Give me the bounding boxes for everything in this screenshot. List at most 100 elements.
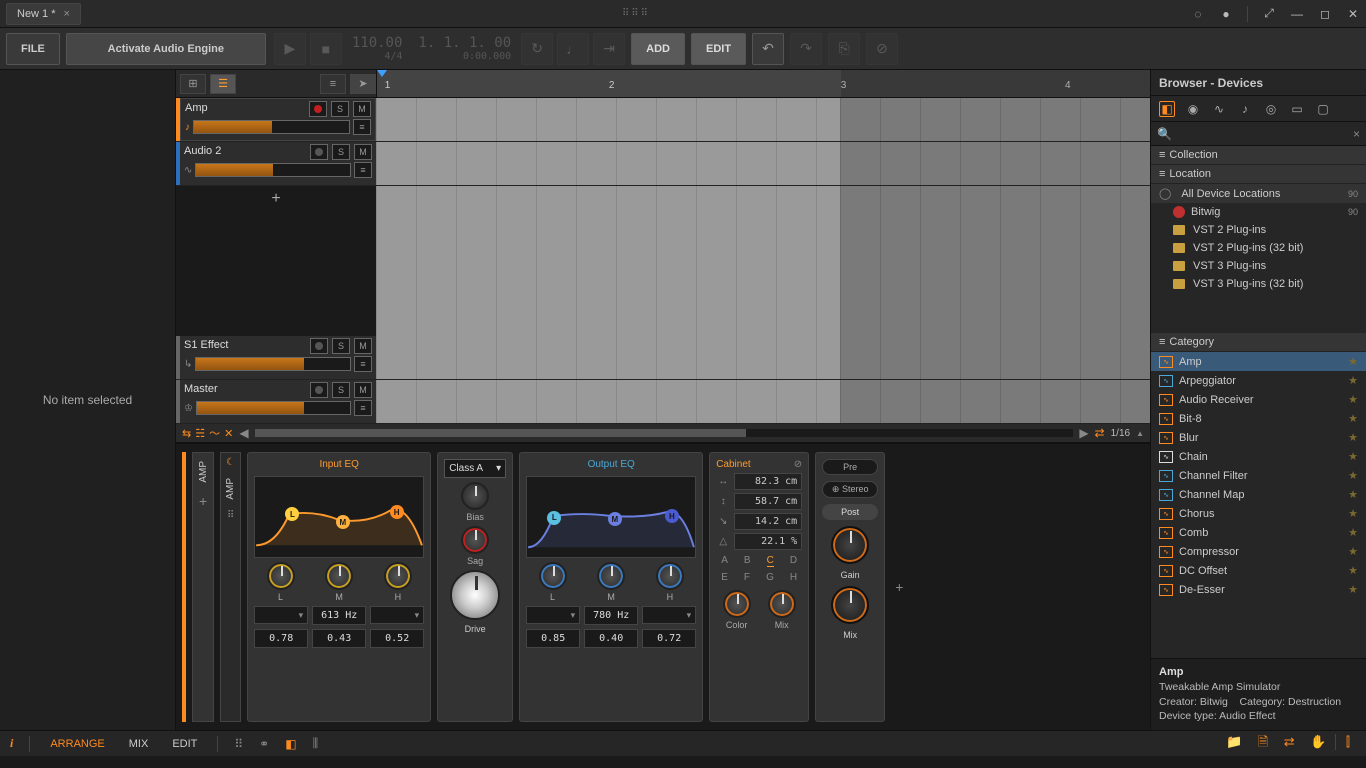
track-menu-icon[interactable]: ≡ bbox=[353, 119, 371, 135]
location-item[interactable]: VST 3 Plug-ins bbox=[1151, 257, 1366, 275]
high-value[interactable]: 0.72 bbox=[642, 629, 696, 648]
cab-opt[interactable]: H bbox=[790, 572, 797, 583]
mid-knob[interactable] bbox=[597, 562, 625, 590]
mid-value[interactable]: 0.40 bbox=[584, 629, 638, 648]
track-header[interactable]: Amp S M ♪ ≡ bbox=[180, 98, 376, 141]
color-knob[interactable] bbox=[723, 590, 751, 618]
cab-opt[interactable]: D bbox=[790, 555, 797, 567]
file-button[interactable]: FILE bbox=[6, 33, 60, 65]
clipboard-icon[interactable]: ⎘ bbox=[828, 33, 860, 65]
mixer-icon[interactable]: ⫿ bbox=[1346, 734, 1350, 749]
info-icon[interactable]: i bbox=[10, 736, 13, 751]
input-eq-graph[interactable]: L M H bbox=[254, 476, 424, 558]
stop-icon[interactable]: ■ bbox=[310, 33, 342, 65]
pointer-tool-icon[interactable]: ➤ bbox=[350, 74, 376, 94]
document-tab[interactable]: New 1 * × bbox=[6, 3, 81, 25]
eq-node-high[interactable]: H bbox=[390, 505, 404, 519]
panel-icon-4[interactable]: ⫼ bbox=[313, 736, 319, 751]
low-shape-select[interactable]: ▾ bbox=[254, 606, 308, 624]
device-header[interactable]: AMP + bbox=[192, 452, 214, 722]
category-item[interactable]: ∿Amp★ bbox=[1151, 352, 1366, 371]
track-lane[interactable] bbox=[376, 98, 1150, 141]
track-menu-icon[interactable]: ≡ bbox=[354, 400, 372, 416]
bias-knob[interactable] bbox=[461, 482, 489, 510]
track-header[interactable]: Master S M ♔ ≡ bbox=[180, 380, 376, 423]
mute-button[interactable]: M bbox=[354, 144, 372, 160]
cab-ratio[interactable]: 22.1 % bbox=[734, 533, 802, 550]
gain-knob[interactable] bbox=[831, 526, 869, 564]
cab-opt[interactable]: F bbox=[744, 572, 750, 583]
eq-node-high[interactable]: H bbox=[665, 509, 679, 523]
solo-button[interactable]: S bbox=[332, 338, 350, 354]
panel-icon-2[interactable]: ⚭ bbox=[259, 737, 269, 751]
location-header[interactable]: ≡ Location bbox=[1151, 165, 1366, 184]
close-tab-icon[interactable]: × bbox=[64, 8, 70, 20]
location-item[interactable]: Bitwig90 bbox=[1151, 203, 1366, 221]
category-item[interactable]: ∿Bit-8★ bbox=[1151, 409, 1366, 428]
redo-icon[interactable]: ↷ bbox=[790, 33, 822, 65]
volume-slider[interactable] bbox=[193, 120, 350, 134]
category-item[interactable]: ∿Arpeggiator★ bbox=[1151, 371, 1366, 390]
loop-icon[interactable]: ↻ bbox=[521, 33, 553, 65]
devices-tab-icon[interactable]: ◧ bbox=[1159, 101, 1175, 117]
cab-opt-selected[interactable]: C bbox=[767, 555, 774, 567]
eq-node-low[interactable]: L bbox=[547, 511, 561, 525]
low-knob[interactable] bbox=[267, 562, 295, 590]
track-row[interactable]: S1 Effect S M ↳ ≡ bbox=[176, 336, 1150, 380]
track-header[interactable]: Audio 2 S M ∿ ≡ bbox=[180, 142, 376, 185]
maximize-icon[interactable]: ◻ bbox=[1318, 7, 1332, 21]
scroll-left-icon[interactable]: ◀ bbox=[239, 426, 248, 440]
list-view-icon[interactable]: ☰ bbox=[210, 74, 236, 94]
low-knob[interactable] bbox=[539, 562, 567, 590]
x-icon[interactable]: ✕ bbox=[224, 427, 233, 440]
cab-opt[interactable]: E bbox=[721, 572, 728, 583]
all-locations-item[interactable]: All Device Locations90 bbox=[1151, 184, 1366, 203]
track-header[interactable]: S1 Effect S M ↳ ≡ bbox=[180, 336, 376, 379]
mute-button[interactable]: M bbox=[354, 338, 372, 354]
music-tab-icon[interactable]: ◎ bbox=[1263, 101, 1279, 117]
files-tab-icon[interactable]: ▭ bbox=[1289, 101, 1305, 117]
stereo-button[interactable]: Stereo bbox=[822, 481, 878, 498]
zoom-value[interactable]: 1/16 bbox=[1111, 428, 1130, 439]
folder-icon[interactable]: 📁 bbox=[1226, 734, 1242, 749]
zoom-up-icon[interactable]: ▲ bbox=[1136, 429, 1144, 438]
panel-icon-3[interactable]: ◧ bbox=[285, 737, 296, 751]
layers-icon[interactable]: ☵ bbox=[195, 427, 205, 440]
output-eq-graph[interactable]: L M H bbox=[526, 476, 696, 558]
menu-icon[interactable]: ≡ bbox=[320, 74, 346, 94]
drive-knob[interactable] bbox=[450, 570, 500, 620]
track-name[interactable]: Audio 2 bbox=[184, 145, 306, 160]
eq-node-mid[interactable]: M bbox=[608, 512, 622, 526]
add-device-icon[interactable]: + bbox=[891, 579, 907, 595]
punch-icon[interactable]: ⇥ bbox=[593, 33, 625, 65]
timeline-ruler[interactable]: 1 2 3 4 bbox=[376, 70, 1150, 97]
solo-button[interactable]: S bbox=[332, 382, 350, 398]
automation-icon[interactable]: ～ bbox=[209, 425, 220, 441]
grid-view-icon[interactable]: ⊞ bbox=[180, 74, 206, 94]
volume-slider[interactable] bbox=[196, 401, 351, 415]
mute-button[interactable]: M bbox=[354, 382, 372, 398]
file-icon[interactable]: 🗎 bbox=[1258, 734, 1268, 749]
edit-button[interactable]: EDIT bbox=[691, 33, 746, 65]
play-icon[interactable]: ▶ bbox=[274, 33, 306, 65]
track-name[interactable]: Master bbox=[184, 383, 306, 398]
search-input[interactable] bbox=[1178, 128, 1347, 140]
post-button[interactable]: Post bbox=[822, 504, 878, 520]
track-menu-icon[interactable]: ≡ bbox=[354, 356, 372, 372]
track-row[interactable]: Audio 2 S M ∿ ≡ bbox=[176, 142, 1150, 186]
packs-tab-icon[interactable]: ▢ bbox=[1315, 101, 1331, 117]
category-item[interactable]: ∿Comb★ bbox=[1151, 523, 1366, 542]
high-knob[interactable] bbox=[384, 562, 412, 590]
category-item[interactable]: ∿Blur★ bbox=[1151, 428, 1366, 447]
minimize-icon[interactable]: — bbox=[1290, 7, 1304, 21]
metronome-icon[interactable]: ♩ bbox=[557, 33, 589, 65]
delete-icon[interactable]: ⊘ bbox=[866, 33, 898, 65]
track-lane[interactable] bbox=[376, 380, 1150, 423]
record-arm-button[interactable] bbox=[310, 338, 328, 354]
solo-button[interactable]: S bbox=[331, 101, 349, 117]
collection-header[interactable]: ≡ Collection bbox=[1151, 146, 1366, 165]
edit-tab[interactable]: EDIT bbox=[168, 736, 201, 752]
record-arm-button[interactable] bbox=[309, 101, 327, 117]
location-item[interactable]: VST 3 Plug-ins (32 bit) bbox=[1151, 275, 1366, 293]
category-item[interactable]: ∿Channel Filter★ bbox=[1151, 466, 1366, 485]
